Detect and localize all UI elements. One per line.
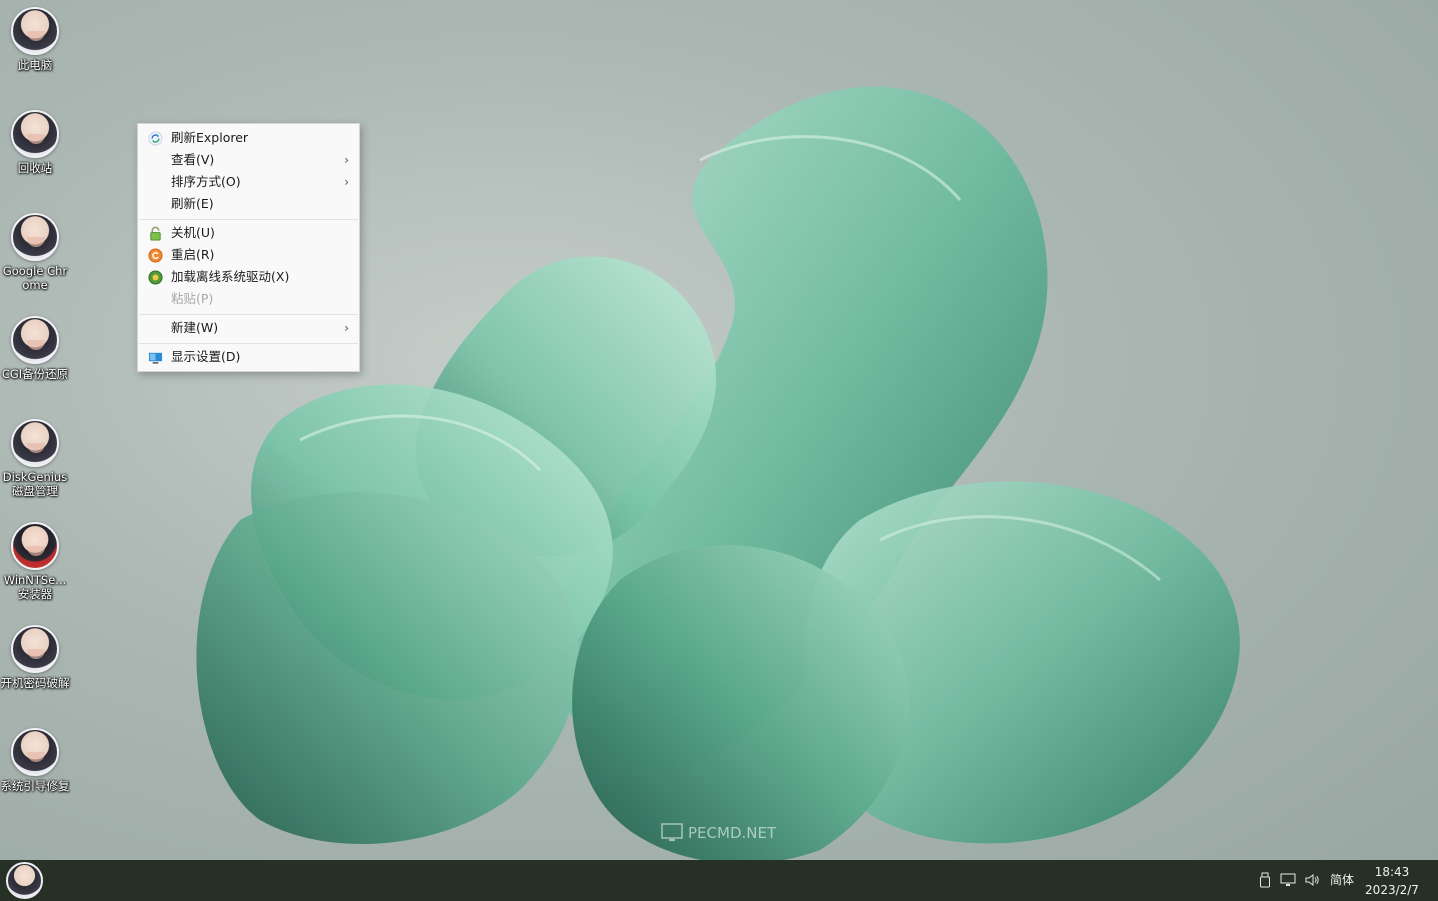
ime-indicator[interactable]: 简体 xyxy=(1330,860,1354,901)
refresh-icon xyxy=(148,131,163,146)
password-crack-icon xyxy=(11,625,59,673)
menu-item-refresh[interactable]: 刷新(E) xyxy=(138,193,359,215)
desktop-icon-cgi-backup[interactable]: CGI备份还原 xyxy=(0,316,70,381)
desktop-icon-label: WinNTSe...安装器 xyxy=(3,573,67,601)
menu-item-view[interactable]: 查看(V) › xyxy=(138,149,359,171)
menu-separator xyxy=(139,219,358,220)
this-pc-icon xyxy=(11,7,59,55)
taskbar-clock[interactable]: 18:43 2023/2/7 xyxy=(1362,863,1422,899)
desktop-icon-label: CGI备份还原 xyxy=(1,367,69,381)
monitor-logo-icon xyxy=(661,823,683,841)
start-button[interactable] xyxy=(6,862,43,899)
usb-icon[interactable] xyxy=(1257,872,1273,888)
menu-item-refresh-explorer[interactable]: 刷新Explorer xyxy=(138,127,359,149)
clock-date: 2023/2/7 xyxy=(1365,883,1419,897)
chevron-right-icon: › xyxy=(344,321,349,335)
desktop-icon-label: Google Chrome xyxy=(2,264,68,292)
lock-icon xyxy=(150,226,161,241)
menu-item-label: 排序方式(O) xyxy=(171,174,241,189)
desktop-icon-label: 系统引导修复 xyxy=(0,779,70,793)
menu-item-label: 显示设置(D) xyxy=(171,349,241,364)
menu-item-sort-by[interactable]: 排序方式(O) › xyxy=(138,171,359,193)
cgi-backup-icon xyxy=(11,316,59,364)
network-icon[interactable] xyxy=(1280,872,1296,888)
chevron-right-icon: › xyxy=(344,153,349,167)
desktop-icon-password-crack[interactable]: 开机密码破解 xyxy=(0,625,70,690)
taskbar: 简体 18:43 2023/2/7 xyxy=(0,860,1438,901)
menu-item-label: 新建(W) xyxy=(171,320,219,335)
desktop-icon-winntsetup[interactable]: WinNTSe...安装器 xyxy=(0,522,70,601)
restart-icon xyxy=(148,248,163,263)
winntsetup-icon xyxy=(11,522,59,570)
menu-item-paste[interactable]: 粘贴(P) xyxy=(138,288,359,310)
desktop-icon-boot-repair[interactable]: 系统引导修复 xyxy=(0,728,70,793)
pecmd-watermark: PECMD.NET xyxy=(661,822,791,844)
desktop-icon-google-chrome[interactable]: Google Chrome xyxy=(0,213,70,292)
menu-item-label: 加载离线系统驱动(X) xyxy=(171,269,290,284)
diskgenius-icon xyxy=(11,419,59,467)
menu-item-label: 重启(R) xyxy=(171,247,215,262)
driver-icon xyxy=(148,270,163,285)
desktop-icon-diskgenius[interactable]: DiskGenius磁盘管理 xyxy=(0,419,70,498)
menu-item-label: 粘贴(P) xyxy=(171,291,214,306)
menu-separator xyxy=(139,314,358,315)
recycle-bin-icon xyxy=(11,110,59,158)
desktop-icon-this-pc[interactable]: 此电脑 xyxy=(0,7,70,72)
menu-item-load-offline-driver[interactable]: 加载离线系统驱动(X) xyxy=(138,266,359,288)
menu-separator xyxy=(139,343,358,344)
clock-time: 18:43 xyxy=(1374,865,1410,879)
menu-item-display-settings[interactable]: 显示设置(D) xyxy=(138,346,359,368)
chevron-right-icon: › xyxy=(344,175,349,189)
menu-item-label: 刷新(E) xyxy=(171,196,214,211)
menu-item-new[interactable]: 新建(W) › xyxy=(138,317,359,339)
menu-item-label: 查看(V) xyxy=(171,152,215,167)
menu-item-restart[interactable]: 重启(R) xyxy=(138,244,359,266)
desktop-icon-label: 回收站 xyxy=(17,161,53,175)
volume-icon[interactable] xyxy=(1304,872,1320,888)
desktop-icon-label: DiskGenius磁盘管理 xyxy=(2,470,68,498)
menu-item-shutdown[interactable]: 关机(U) xyxy=(138,222,359,244)
desktop-icon-label: 开机密码破解 xyxy=(0,676,70,690)
display-icon xyxy=(148,352,163,364)
menu-item-label: 关机(U) xyxy=(171,225,215,240)
desktop-icon-label: 此电脑 xyxy=(17,58,53,72)
watermark-text: PECMD.NET xyxy=(688,824,777,842)
boot-repair-icon xyxy=(11,728,59,776)
chrome-icon xyxy=(11,213,59,261)
desktop-icon-recycle-bin[interactable]: 回收站 xyxy=(0,110,70,175)
desktop-context-menu: 刷新Explorer 查看(V) › 排序方式(O) › 刷新(E) 关机(U)… xyxy=(137,123,360,372)
menu-item-label: 刷新Explorer xyxy=(171,130,249,145)
